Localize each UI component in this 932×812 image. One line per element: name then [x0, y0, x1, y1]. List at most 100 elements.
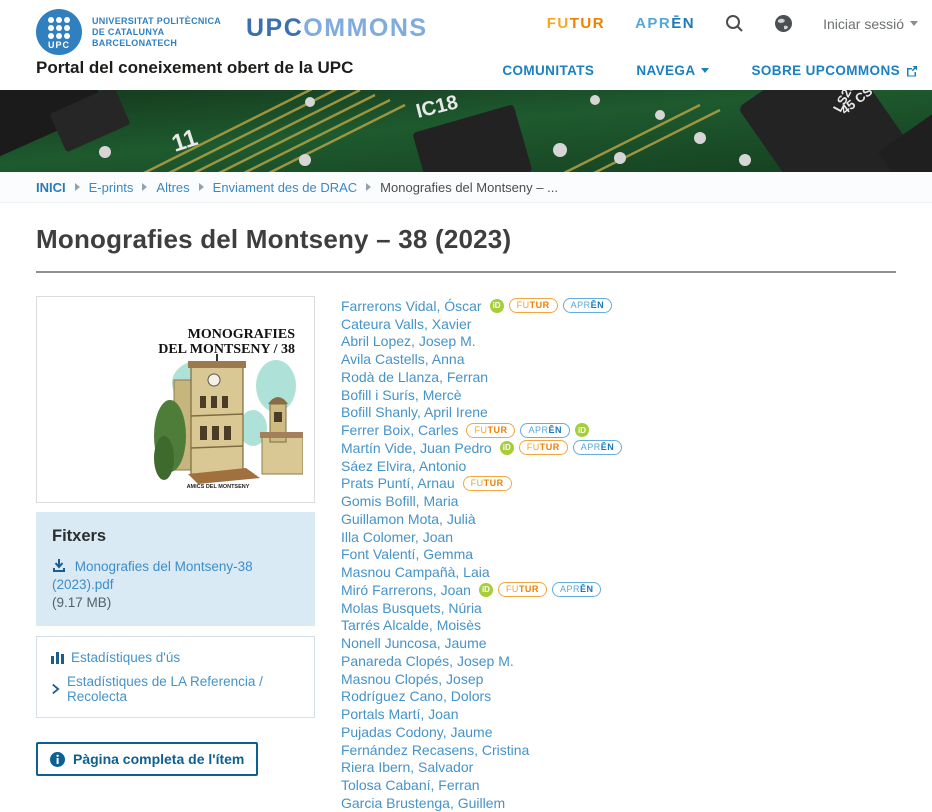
chevron-right-icon	[51, 683, 60, 695]
author-row: Cateura Valls, Xavier	[341, 315, 896, 333]
item-sidebar: MONOGRAFIES DEL MONTSENY / 38	[36, 296, 315, 812]
author-link[interactable]: Rodà de Llanza, Ferran	[341, 369, 488, 385]
author-link[interactable]: Rodríguez Cano, Dolors	[341, 688, 491, 704]
author-link[interactable]: Prats Puntí, Arnau	[341, 475, 455, 491]
author-link[interactable]: Masnou Campañà, Laia	[341, 564, 490, 580]
orcid-id-badge[interactable]: iD	[575, 423, 589, 437]
chevron-down-icon	[910, 21, 918, 26]
badge-container: iD FUTUR APRĒN	[500, 440, 623, 455]
cover-publisher: AMICS DEL MONTSENY	[187, 484, 250, 490]
author-link[interactable]: Panareda Clopés, Josep M.	[341, 653, 514, 669]
author-row: Rodà de Llanza, Ferran	[341, 368, 896, 386]
orcid-id-badge[interactable]: iD	[500, 441, 514, 455]
item-thumbnail[interactable]: MONOGRAFIES DEL MONTSENY / 38	[36, 296, 315, 503]
apren-badge[interactable]: APRĒN	[573, 440, 623, 455]
author-link[interactable]: Martín Vide, Juan Pedro	[341, 440, 492, 456]
author-link[interactable]: Ferrer Boix, Carles	[341, 422, 458, 438]
author-link[interactable]: Farrerons Vidal, Óscar	[341, 298, 482, 314]
login-menu[interactable]: Iniciar sessió	[823, 16, 918, 32]
author-link[interactable]: Abril Lopez, Josep M.	[341, 333, 476, 349]
author-link[interactable]: Portals Martí, Joan	[341, 706, 459, 722]
breadcrumb-link-drac[interactable]: Enviament des de DRAC	[213, 180, 358, 195]
author-link[interactable]: Avila Castells, Anna	[341, 351, 464, 367]
apren-link[interactable]: APRĒN	[635, 15, 695, 32]
author-list: Farrerons Vidal, Óscar iD FUTUR APRĒN Cate…	[315, 296, 896, 812]
apren-badge[interactable]: APRĒN	[552, 582, 602, 597]
author-link[interactable]: Font Valentí, Gemma	[341, 546, 473, 562]
author-row: Bofill Shanly, April Irene	[341, 404, 896, 422]
author-link[interactable]: Tarrés Alcalde, Moisès	[341, 617, 481, 633]
futur-badge[interactable]: FUTUR	[509, 298, 558, 313]
upc-logo-acronym: UPC	[48, 40, 70, 50]
badge-container: FUTUR	[463, 476, 512, 491]
breadcrumb-link-altres[interactable]: Altres	[156, 180, 189, 195]
upc-logo-icon: UPC	[36, 9, 82, 55]
language-globe-icon[interactable]	[774, 14, 793, 33]
author-row: Garcia Brustenga, Guillem	[341, 794, 896, 812]
orcid-id-badge[interactable]: iD	[490, 299, 504, 313]
breadcrumb-separator	[75, 183, 80, 191]
badge-container: iD FUTUR APRĒN	[490, 298, 613, 313]
page-title: Monografies del Montseny – 38 (2023)	[36, 224, 896, 255]
upcommons-logo[interactable]: UPCOMMONS	[246, 14, 428, 43]
author-link[interactable]: Riera Ibern, Salvador	[341, 759, 473, 775]
author-link[interactable]: Illa Colomer, Joan	[341, 529, 453, 545]
futur-badge[interactable]: FUTUR	[498, 582, 547, 597]
author-link[interactable]: Sáez Elvira, Antonio	[341, 458, 466, 474]
author-link[interactable]: Miró Farrerons, Joan	[341, 582, 471, 598]
badge-container: FUTUR APRĒN iD	[466, 423, 589, 438]
author-row: Avila Castells, Anna	[341, 350, 896, 368]
top-utility-nav: FUTUR APRĒN Iniciar sessió	[547, 14, 918, 33]
files-heading: Fitxers	[52, 527, 299, 546]
hero-banner-circuit-board: 11 IC18 45 CS LS283N	[0, 90, 932, 172]
author-link[interactable]: Nonell Juncosa, Jaume	[341, 635, 487, 651]
author-link[interactable]: Bofill Shanly, April Irene	[341, 404, 488, 420]
badge-container: iD FUTUR APRĒN	[479, 582, 602, 597]
author-link[interactable]: Guillamon Mota, Julià	[341, 511, 476, 527]
search-icon[interactable]	[725, 14, 744, 33]
orcid-id-badge[interactable]: iD	[479, 583, 493, 597]
cover-title-line1: MONOGRAFIES	[188, 327, 296, 342]
breadcrumb-link-inici[interactable]: INICI	[36, 180, 66, 195]
file-download-link[interactable]: Monografies del Montseny-38 (2023).pdf	[52, 559, 253, 592]
external-link-icon	[906, 65, 918, 77]
nav-comunitats[interactable]: COMUNITATS	[502, 63, 594, 78]
breadcrumb: INICI E-prints Altres Enviament des de D…	[0, 172, 932, 203]
statistics-panel: Estadístiques d'ús Estadístiques de LA R…	[36, 636, 315, 718]
author-link[interactable]: Tolosa Cabaní, Ferran	[341, 777, 480, 793]
author-row: Pujadas Codony, Jaume	[341, 723, 896, 741]
author-row: Tolosa Cabaní, Ferran	[341, 776, 896, 794]
author-link[interactable]: Molas Busquets, Núria	[341, 600, 482, 616]
author-link[interactable]: Cateura Valls, Xavier	[341, 316, 471, 332]
author-link[interactable]: Garcia Brustenga, Guillem	[341, 795, 505, 811]
futur-badge[interactable]: FUTUR	[519, 440, 568, 455]
author-row: Nonell Juncosa, Jaume	[341, 634, 896, 652]
breadcrumb-separator	[199, 183, 204, 191]
nav-navega[interactable]: NAVEGA	[636, 63, 709, 78]
bar-chart-icon	[51, 651, 64, 664]
author-link[interactable]: Pujadas Codony, Jaume	[341, 724, 493, 740]
upc-logo[interactable]: UPC UNIVERSITAT POLITÈCNICA DE CATALUNYA…	[36, 9, 221, 55]
lareferencia-statistics-link[interactable]: Estadístiques de LA Referencia / Recolec…	[51, 674, 300, 704]
breadcrumb-link-eprints[interactable]: E-prints	[89, 180, 134, 195]
author-link[interactable]: Bofill i Surís, Mercè	[341, 387, 462, 403]
author-row: Sáez Elvira, Antonio	[341, 457, 896, 475]
author-link[interactable]: Gomis Bofill, Maria	[341, 493, 458, 509]
apren-badge[interactable]: APRĒN	[520, 423, 570, 438]
full-item-page-button[interactable]: Pàgina completa de l'ítem	[36, 742, 258, 776]
site-header: UPC UNIVERSITAT POLITÈCNICA DE CATALUNYA…	[0, 0, 932, 90]
apren-badge[interactable]: APRĒN	[563, 298, 613, 313]
author-link[interactable]: Fernández Recasens, Cristina	[341, 742, 529, 758]
futur-link[interactable]: FUTUR	[547, 15, 605, 32]
author-row: Miró Farrerons, Joan iD FUTUR APRĒN	[341, 581, 896, 599]
nav-sobre-upcommons[interactable]: SOBRE UPCOMMONS	[751, 63, 918, 78]
author-row: Abril Lopez, Josep M.	[341, 333, 896, 351]
usage-statistics-link[interactable]: Estadístiques d'ús	[51, 650, 300, 665]
author-link[interactable]: Masnou Clopés, Josep	[341, 671, 483, 687]
futur-badge[interactable]: FUTUR	[466, 423, 515, 438]
author-row: Fernández Recasens, Cristina	[341, 741, 896, 759]
cover-title-line2: DEL MONTSENY / 38	[158, 342, 295, 357]
author-row: Martín Vide, Juan Pedro iD FUTUR APRĒN	[341, 439, 896, 457]
breadcrumb-separator	[366, 183, 371, 191]
futur-badge[interactable]: FUTUR	[463, 476, 512, 491]
